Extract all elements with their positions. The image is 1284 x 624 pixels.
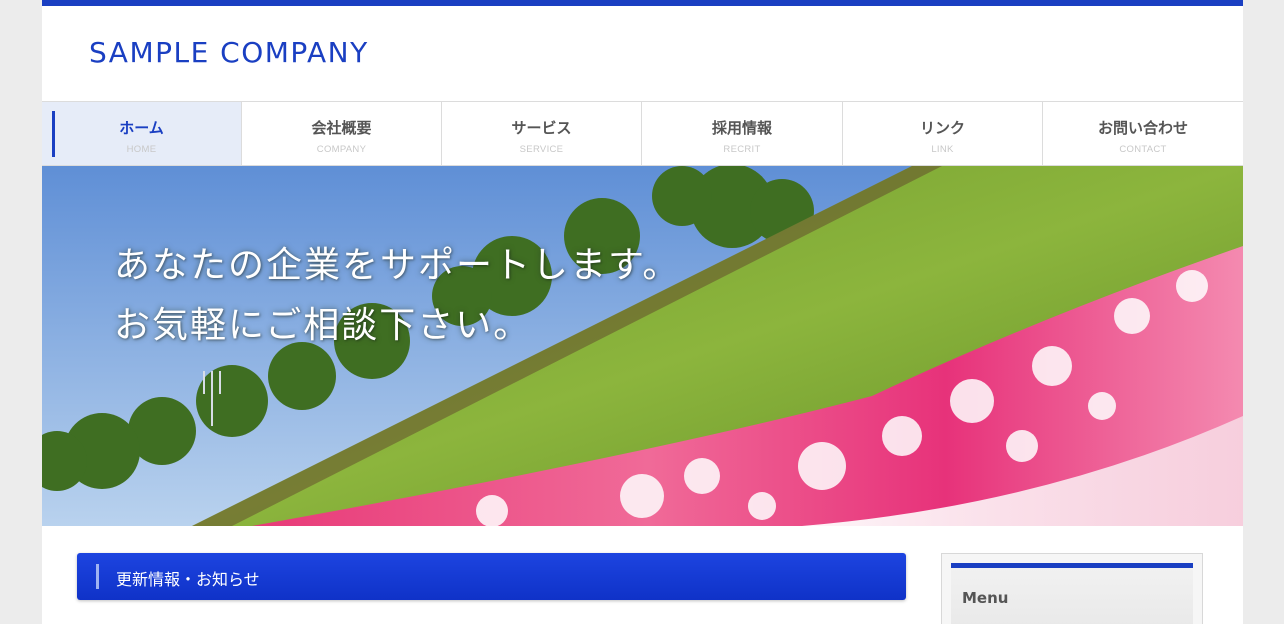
nav-item-sublabel: COMPANY [316, 144, 367, 155]
page: SAMPLE COMPANY ホーム HOME 会社概要 COMPANY サービ… [42, 0, 1243, 624]
nav-item-contact[interactable]: お問い合わせ CONTACT [1043, 102, 1243, 165]
nav-item-sublabel: RECRIT [723, 144, 761, 155]
nav-item-sublabel: LINK [931, 144, 954, 155]
nav-item-recruit[interactable]: 採用情報 RECRIT [642, 102, 843, 165]
nav-item-home[interactable]: ホーム HOME [42, 102, 242, 165]
nav-item-label: ホーム [119, 119, 164, 137]
top-accent-bar [42, 0, 1243, 6]
news-section-title: 更新情報・お知らせ [116, 570, 260, 589]
nav-item-label: リンク [919, 119, 965, 137]
nav-item-sublabel: HOME [126, 144, 157, 155]
global-nav: ホーム HOME 会社概要 COMPANY サービス SERVICE 採用情報 … [42, 101, 1243, 166]
nav-item-label: 会社概要 [311, 119, 372, 137]
nav-item-sublabel: SERVICE [519, 144, 564, 155]
site-logo[interactable]: SAMPLE COMPANY [89, 36, 369, 69]
sidebar-menu-box: Menu [941, 553, 1203, 624]
nav-item-company[interactable]: 会社概要 COMPANY [242, 102, 442, 165]
nav-item-label: お問い合わせ [1097, 119, 1188, 137]
nav-item-label: サービス [511, 119, 572, 137]
nav-item-sublabel: CONTACT [1119, 144, 1167, 155]
news-section-header: 更新情報・お知らせ [77, 553, 906, 600]
hero-headline: あなたの企業をサポートします。 [114, 245, 681, 286]
hero-subheadline: お気軽にご相談下さい。 [114, 305, 532, 346]
nav-item-label: 採用情報 [711, 119, 772, 137]
hero-banner: あなたの企業をサポートします。 お気軽にご相談下さい。 [42, 166, 1243, 526]
nav-item-service[interactable]: サービス SERVICE [442, 102, 642, 165]
sidebar-accent-bar [951, 563, 1193, 568]
sidebar-menu-title: Menu [962, 589, 1009, 607]
nav-item-link[interactable]: リンク LINK [843, 102, 1043, 165]
